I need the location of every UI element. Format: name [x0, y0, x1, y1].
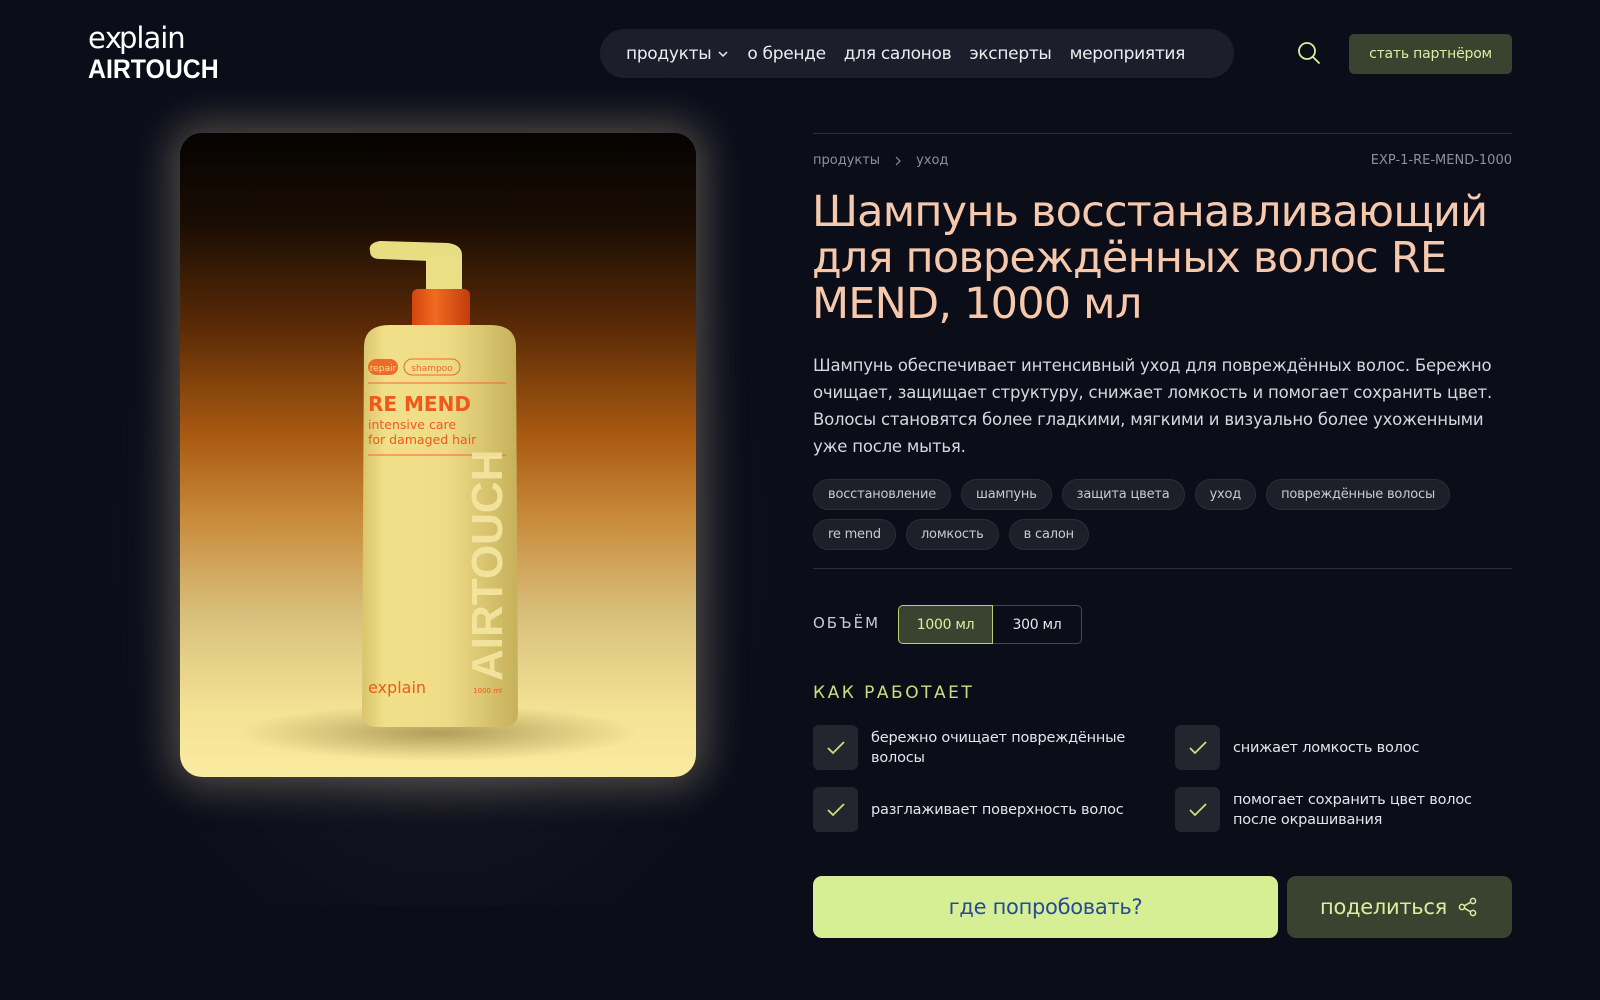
brand-logo[interactable]: explain AIRTOUCH [88, 21, 219, 84]
tag-chip[interactable]: ломкость [905, 519, 999, 550]
product-description: Шампунь обеспечивает интенсивный уход дл… [813, 356, 1492, 456]
divider [813, 133, 1512, 134]
bottle-brand: RE MEND [368, 392, 471, 416]
bottle-line2: for damaged hair [368, 432, 477, 447]
tag-list: восстановление шампунь защита цвета уход… [813, 479, 1513, 550]
tag-chip[interactable]: re mend [813, 519, 896, 550]
bottle-vertical-text: AIRTOUCH [463, 450, 512, 681]
chevron-right-icon [895, 156, 901, 165]
product-title: Шампунь восстанавливающий для повреждённ… [812, 187, 1488, 329]
tag-chip[interactable]: защита цвета [1061, 479, 1185, 510]
nav-item-label: о бренде [747, 43, 826, 64]
feature-item: разглаживает поверхность волос [813, 787, 1153, 832]
feature-text: снижает ломкость волос [1233, 739, 1420, 756]
check-icon [1175, 725, 1220, 770]
bottle-tag-repair: repair [370, 364, 397, 374]
bottle-volume: 1000 ml [473, 687, 502, 695]
volume-option-1000[interactable]: 1000 мл [898, 605, 993, 644]
nav-item-brand[interactable]: о бренде [747, 43, 826, 64]
become-partner-button[interactable]: стать партнёром [1349, 34, 1512, 74]
breadcrumb-products[interactable]: продукты [813, 153, 880, 168]
bottle-tag-shampoo: shampoo [411, 364, 453, 374]
share-icon [1458, 897, 1477, 917]
nav-item-products[interactable]: продукты [626, 44, 729, 64]
search-icon[interactable] [1296, 40, 1322, 66]
check-icon [813, 787, 858, 832]
volume-label: ОБЪЁМ [813, 614, 881, 632]
tag-chip[interactable]: восстановление [813, 479, 952, 510]
product-sku: EXP-1-RE-MEND-1000 [1370, 153, 1512, 168]
how-it-works-title: КАК РАБОТАЕТ [813, 683, 975, 703]
volume-selector: 1000 мл 300 мл [898, 605, 1082, 644]
share-label: поделиться [1320, 895, 1447, 919]
tag-chip[interactable]: шампунь [961, 479, 1052, 510]
main-nav: продукты о бренде для салонов эксперты м… [600, 29, 1234, 78]
feature-item: снижает ломкость волос [1175, 725, 1515, 770]
breadcrumb-care[interactable]: уход [916, 153, 948, 168]
tag-chip[interactable]: уход [1194, 479, 1257, 510]
nav-item-label: эксперты [969, 43, 1052, 64]
product-image: repair shampoo RE MEND intensive care fo… [180, 133, 696, 777]
chevron-down-icon [718, 50, 728, 57]
nav-item-label: мероприятия [1069, 43, 1186, 64]
nav-item-label: для салонов [843, 43, 952, 64]
breadcrumb: продукты уход [813, 153, 948, 168]
share-button[interactable]: поделиться [1287, 876, 1512, 938]
volume-option-300[interactable]: 300 мл [993, 605, 1082, 644]
shampoo-bottle-illustration: repair shampoo RE MEND intensive care fo… [238, 241, 638, 761]
tag-chip[interactable]: повреждённые волосы [1266, 479, 1451, 510]
nav-item-experts[interactable]: эксперты [969, 43, 1052, 64]
bottle-line1: intensive care [368, 417, 456, 432]
where-to-try-button[interactable]: где попробовать? [813, 876, 1278, 938]
nav-item-salons[interactable]: для салонов [844, 44, 952, 64]
nav-item-events[interactable]: мероприятия [1070, 44, 1186, 64]
feature-text: разглаживает поверхность волос [871, 801, 1124, 818]
feature-item: бережно очищает повреждённые волосы [813, 725, 1153, 770]
tag-chip[interactable]: в салон [1008, 519, 1089, 550]
feature-text: бережно очищает повреждённые волосы [871, 729, 1126, 766]
nav-item-label: продукты [626, 43, 712, 64]
check-icon [1175, 787, 1220, 832]
logo-explain: explain [88, 21, 186, 55]
divider [813, 568, 1512, 569]
feature-text: помогает сохранить цвет волос после окра… [1233, 791, 1472, 828]
logo-airtouch: AIRTOUCH [88, 54, 219, 84]
check-icon [813, 725, 858, 770]
feature-item: помогает сохранить цвет волос после окра… [1175, 787, 1515, 832]
bottle-logo: explain [368, 678, 426, 697]
